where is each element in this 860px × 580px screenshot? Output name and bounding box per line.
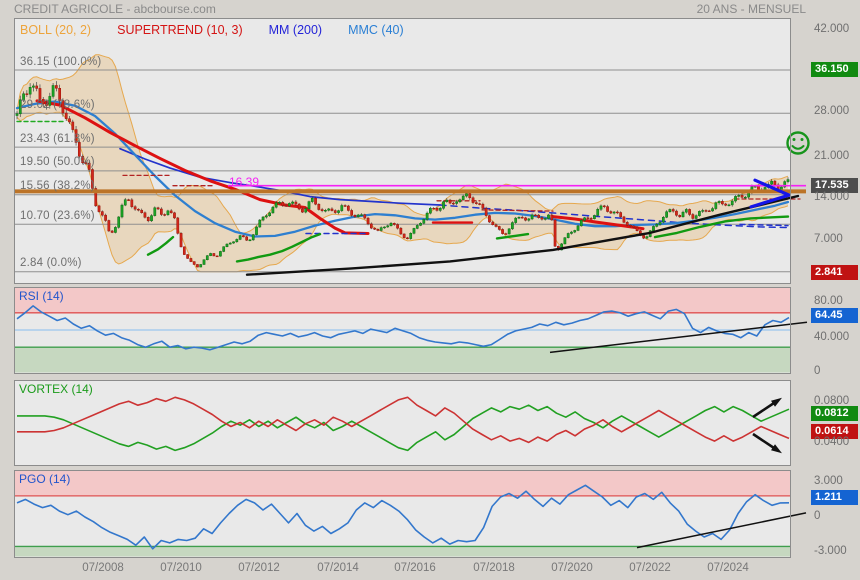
vortex-chart-panel[interactable]: [14, 380, 791, 465]
time-axis-label: 07/2018: [473, 562, 515, 574]
instrument-title: CREDIT AGRICOLE - abcbourse.com: [14, 2, 216, 16]
vortex-axis-tick: 0.0400: [814, 436, 850, 448]
pgo-axis-tick: 3.000: [814, 475, 843, 487]
price-axis-badge: 2.841: [811, 264, 858, 280]
rsi-axis-tick: 40.000: [814, 331, 850, 343]
price-axis-tick: 42.000: [814, 23, 850, 35]
rsi-axis-badge: 64.45: [811, 307, 858, 323]
pgo-axis-tick: -3.000: [814, 545, 847, 557]
price-axis-tick: 14.000: [814, 191, 850, 203]
period-title: 20 ANS - MENSUEL: [696, 2, 806, 16]
time-axis-label: 07/2014: [317, 562, 359, 574]
time-axis-label: 07/2012: [238, 562, 280, 574]
price-axis-tick: 21.000: [814, 150, 850, 162]
time-axis-label: 07/2022: [629, 562, 671, 574]
price-axis-tick: 7.000: [814, 233, 843, 245]
pgo-axis-tick: 0: [814, 510, 821, 522]
rsi-axis-tick: 0: [814, 365, 821, 377]
pgo-chart-panel[interactable]: [14, 470, 791, 557]
time-axis-label: 07/2010: [160, 562, 202, 574]
time-axis-label: 07/2020: [551, 562, 593, 574]
pgo-axis-badge: 1.211: [811, 489, 858, 505]
rsi-axis-tick: 80.00: [814, 295, 843, 307]
chart-page: CREDIT AGRICOLE - abcbourse.com 20 ANS -…: [0, 0, 860, 580]
price-axis-tick: 28.000: [814, 105, 850, 117]
price-axis-badge: 36.150: [811, 61, 858, 77]
rsi-chart-panel[interactable]: [14, 287, 791, 373]
time-axis-label: 07/2008: [82, 562, 124, 574]
vortex-axis-badge: 0.0812: [811, 405, 858, 421]
time-axis-label: 07/2016: [394, 562, 436, 574]
time-axis-label: 07/2024: [707, 562, 749, 574]
main-chart-panel[interactable]: [14, 18, 791, 283]
